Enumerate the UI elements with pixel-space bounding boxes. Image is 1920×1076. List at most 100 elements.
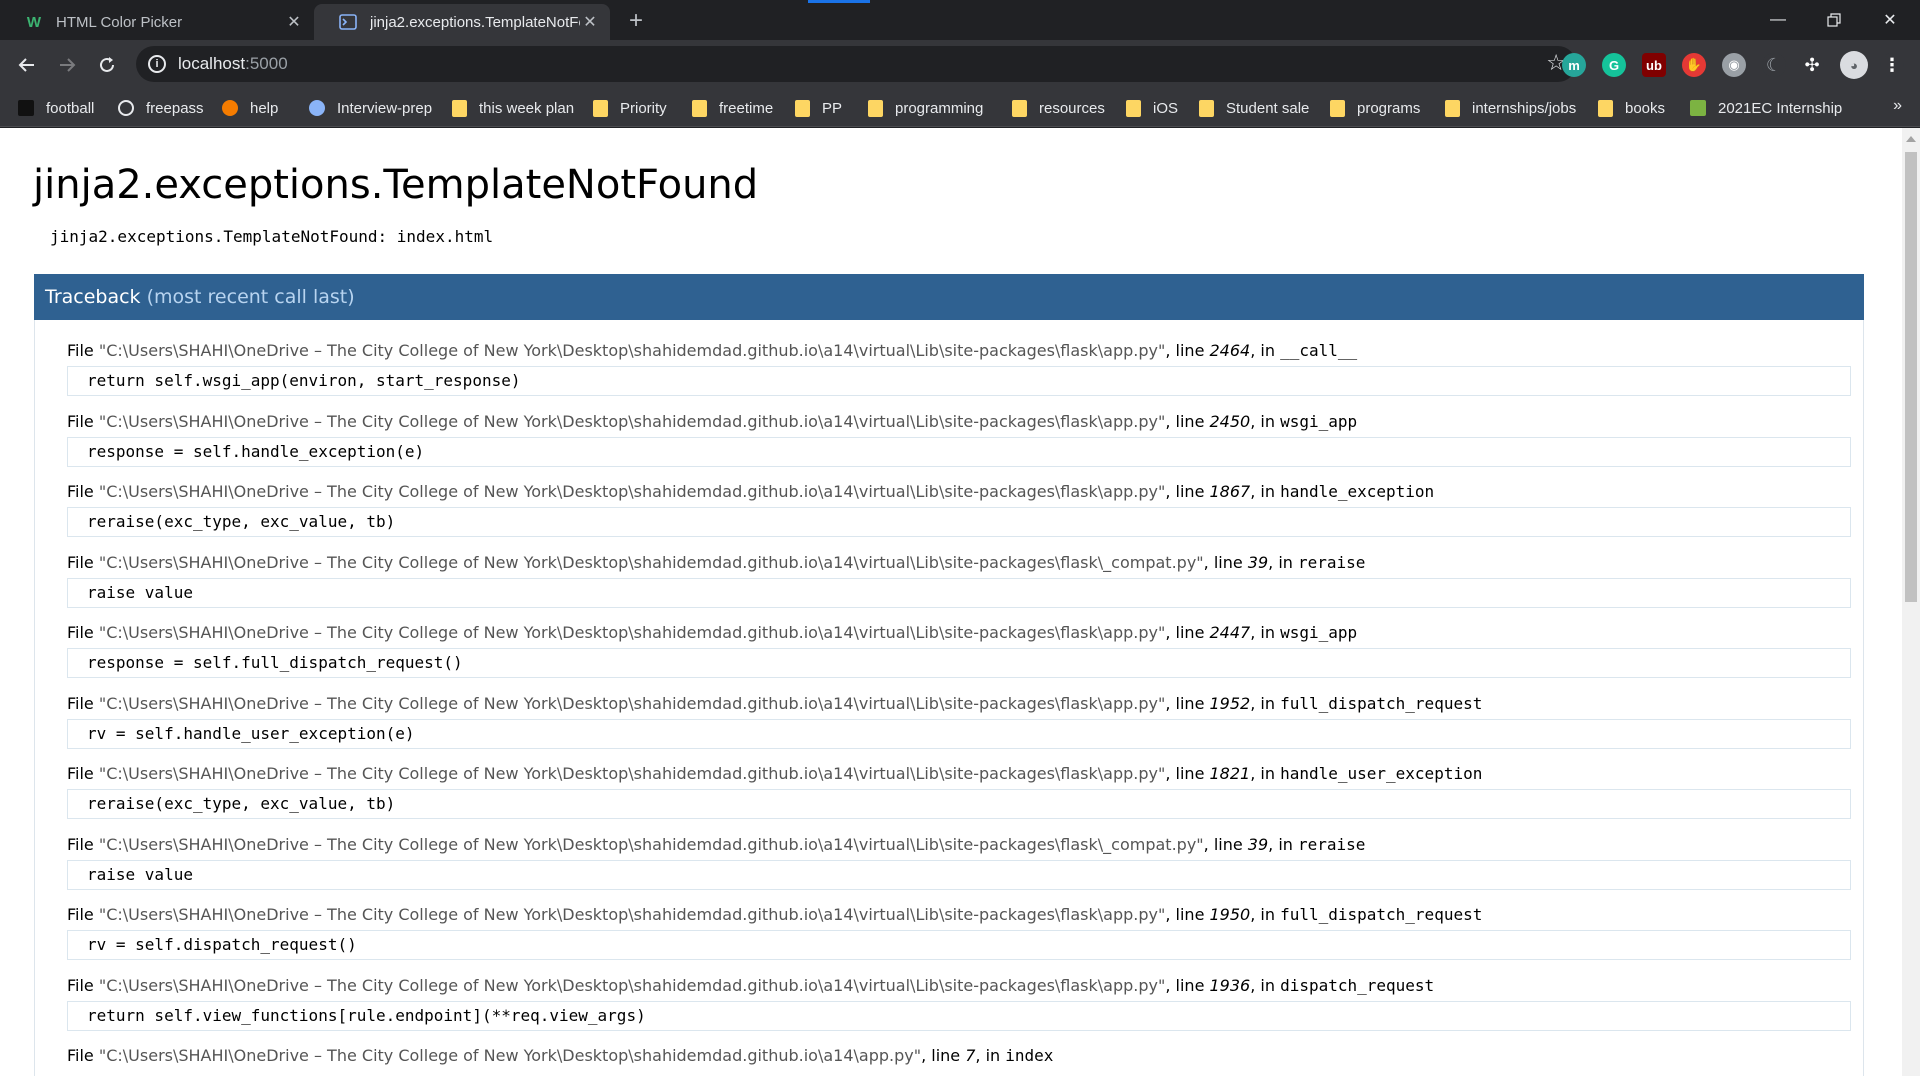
close-window-button[interactable]: ✕	[1862, 0, 1918, 40]
frame-source-line[interactable]: rv = self.dispatch_request()	[67, 930, 1851, 960]
frame-function: index	[1005, 1046, 1054, 1065]
traceback-frame: File "C:\Users\SHAHI\OneDrive – The City…	[67, 552, 1851, 608]
bookmark-label: help	[250, 99, 279, 117]
address-bar[interactable]: i localhost:5000 ☆	[136, 46, 1576, 82]
frame-source-line[interactable]: raise value	[67, 577, 1851, 608]
traceback-subtitle: (most recent call last)	[146, 286, 355, 308]
file-prefix: File	[67, 693, 99, 713]
frame-source-line[interactable]: response = self.handle_exception(e)	[67, 436, 1851, 467]
folder-icon	[1199, 99, 1214, 117]
puzzle-icon[interactable]: ✣	[1800, 53, 1824, 77]
bookmark-item[interactable]: iOS	[1126, 97, 1178, 119]
avatar[interactable]: ◕	[1840, 51, 1868, 79]
in-prefix: , in	[1250, 341, 1281, 360]
bookmark-item[interactable]: PP	[795, 97, 842, 119]
frame-source-line[interactable]: raise value	[67, 859, 1851, 890]
football-icon	[18, 100, 34, 116]
frame-function: reraise	[1297, 552, 1366, 572]
frame-source-line[interactable]: rv = self.handle_user_exception(e)	[67, 718, 1851, 749]
back-button[interactable]	[10, 48, 44, 82]
frame-source-line[interactable]: return self.wsgi_app(environ, start_resp…	[67, 366, 1851, 396]
folder-icon	[1598, 99, 1613, 117]
minimize-button[interactable]: —	[1750, 0, 1806, 40]
file-prefix: File	[67, 1046, 99, 1065]
bookmark-item[interactable]: programs	[1330, 97, 1420, 119]
traceback-frame: File "C:\Users\SHAHI\OneDrive – The City…	[67, 1045, 1851, 1067]
in-prefix: , in	[975, 1046, 1006, 1065]
bookmark-item[interactable]: 2021EC Internship	[1690, 97, 1842, 119]
folder-icon	[1445, 99, 1460, 117]
traceback-frame: File "C:\Users\SHAHI\OneDrive – The City…	[67, 411, 1851, 467]
file-prefix: File	[67, 411, 99, 431]
in-prefix: , in	[1268, 834, 1298, 854]
bookmark-item[interactable]: Student sale	[1199, 97, 1309, 119]
frame-source-line[interactable]: return self.view_functions[rule.endpoint…	[67, 1000, 1851, 1031]
bookmark-item[interactable]: Priority	[593, 97, 667, 119]
bookmark-item[interactable]: freepass	[118, 97, 204, 119]
bookmark-item[interactable]: Interview-prep	[309, 97, 432, 119]
extension-m-icon[interactable]: m	[1562, 53, 1586, 77]
bookmark-item[interactable]: programming	[868, 97, 983, 119]
info-icon[interactable]: i	[148, 55, 166, 73]
traceback-frame: File "C:\Users\SHAHI\OneDrive – The City…	[67, 340, 1851, 396]
frame-function: full_dispatch_request	[1280, 693, 1483, 713]
frame-location: File "C:\Users\SHAHI\OneDrive – The City…	[67, 411, 1851, 433]
frame-source-line[interactable]: reraise(exc_type, exc_value, tb)	[67, 789, 1851, 819]
traceback-frame: File "C:\Users\SHAHI\OneDrive – The City…	[67, 622, 1851, 678]
restore-button[interactable]	[1806, 0, 1862, 40]
folder-icon	[1330, 99, 1345, 117]
file-prefix: File	[67, 482, 99, 501]
frame-filename: "C:\Users\SHAHI\OneDrive – The City Coll…	[98, 975, 1166, 995]
stop-hand-icon[interactable]: ✋	[1682, 53, 1706, 77]
vertical-scrollbar[interactable]	[1902, 128, 1920, 1076]
frame-source-line[interactable]: reraise(exc_type, exc_value, tb)	[67, 507, 1851, 537]
bookmark-label: resources	[1039, 99, 1105, 117]
more-bookmarks-icon[interactable]: »	[1893, 97, 1902, 115]
line-prefix: , line	[1165, 623, 1210, 642]
extension-c-icon[interactable]: ☾	[1762, 53, 1786, 77]
bookmark-label: iOS	[1153, 99, 1179, 117]
bookmarks-bar: » football freepass help Interview-prep this…	[0, 89, 1920, 127]
bookmark-item[interactable]: books	[1598, 97, 1665, 119]
menu-kebab-icon[interactable]: ⋮	[1880, 53, 1904, 77]
bookmark-item[interactable]: this week plan	[452, 97, 574, 119]
frame-function: handle_user_exception	[1280, 764, 1483, 783]
folder-icon	[1012, 99, 1027, 117]
bookmark-label: books	[1625, 99, 1666, 117]
frame-filename: "C:\Users\SHAHI\OneDrive – The City Coll…	[98, 341, 1166, 360]
url-text[interactable]: localhost:5000	[178, 54, 288, 74]
scrollbar-thumb[interactable]	[1905, 152, 1917, 602]
bookmark-item[interactable]: internships/jobs	[1445, 97, 1576, 119]
in-prefix: , in	[1250, 482, 1281, 501]
grammarly-icon[interactable]: G	[1602, 53, 1626, 77]
extension-circle-icon[interactable]: ◉	[1722, 53, 1746, 77]
bookmark-label: freepass	[146, 99, 204, 117]
bookmark-label: Priority	[620, 99, 667, 117]
bookmark-label: Student sale	[1226, 99, 1310, 117]
tab-jinja-error[interactable]: jinja2.exceptions.TemplateNotFou ✕	[314, 4, 610, 40]
frame-line-number: 39	[1247, 552, 1269, 572]
scroll-up-icon[interactable]	[1906, 136, 1916, 142]
traceback-frame: File "C:\Users\SHAHI\OneDrive – The City…	[67, 975, 1851, 1031]
ublock-icon[interactable]: ub	[1642, 53, 1666, 77]
globe-icon	[118, 100, 134, 116]
bookmark-item[interactable]: football	[18, 97, 94, 119]
new-tab-button[interactable]: +	[620, 8, 652, 36]
reload-button[interactable]	[90, 48, 124, 82]
line-prefix: , line	[1165, 975, 1210, 995]
bookmark-item[interactable]: resources	[1012, 97, 1105, 119]
frame-location: File "C:\Users\SHAHI\OneDrive – The City…	[67, 552, 1851, 574]
frame-source-line[interactable]: response = self.full_dispatch_request()	[67, 648, 1851, 678]
folder-icon	[593, 99, 608, 117]
forward-button[interactable]	[50, 48, 84, 82]
close-icon[interactable]: ✕	[284, 12, 304, 32]
close-icon[interactable]: ✕	[580, 12, 600, 32]
frame-location: File "C:\Users\SHAHI\OneDrive – The City…	[67, 1045, 1851, 1067]
bookmark-label: football	[46, 99, 95, 117]
tab-html-color-picker[interactable]: W HTML Color Picker ✕	[0, 4, 314, 40]
bookmark-item[interactable]: freetime	[692, 97, 773, 119]
traceback-frame: File "C:\Users\SHAHI\OneDrive – The City…	[67, 763, 1851, 819]
bookmark-item[interactable]: help	[222, 97, 278, 119]
frame-line-number: 2447	[1209, 623, 1251, 642]
frame-location: File "C:\Users\SHAHI\OneDrive – The City…	[67, 904, 1851, 926]
